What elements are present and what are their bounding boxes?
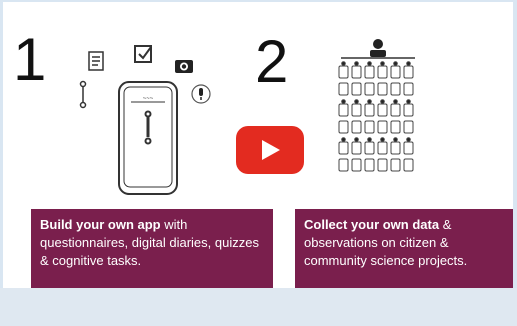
mini-phone-icon <box>390 120 401 134</box>
mini-phone-icon <box>351 120 362 134</box>
svg-text:~~~: ~~~ <box>143 96 154 102</box>
mini-phone-icon <box>364 141 375 155</box>
mini-phone-icon <box>403 120 414 134</box>
step-number-2: 2 <box>255 28 289 95</box>
mini-person-icon <box>406 137 411 142</box>
slider-icon <box>79 80 87 109</box>
step-number-1: 1 <box>13 26 47 93</box>
caption-collect-data-bold: Collect your own data <box>304 217 440 232</box>
mini-phone-icon <box>390 82 401 96</box>
mini-phone-icon <box>364 158 375 172</box>
mini-phone-icon <box>351 103 362 117</box>
caption-build-app-bold: Build your own app <box>40 217 161 232</box>
mini-person-icon <box>341 99 346 104</box>
mini-phone-icon <box>377 158 388 172</box>
mini-phone-icon <box>364 120 375 134</box>
mini-person-icon <box>341 61 346 66</box>
mini-person-icon <box>367 61 372 66</box>
play-icon <box>262 140 280 160</box>
person-icon <box>370 39 386 57</box>
mini-phone-icon <box>364 82 375 96</box>
camera-icon <box>175 60 193 73</box>
mini-person-icon <box>393 137 398 142</box>
mini-phone-icon <box>351 65 362 79</box>
bottom-band <box>0 288 517 326</box>
mini-person-icon <box>393 61 398 66</box>
phone-icon: ~~~ <box>118 81 178 195</box>
mini-person-icon <box>406 61 411 66</box>
phone-app-illustration: ~~~ <box>79 45 211 195</box>
play-button[interactable] <box>236 126 304 174</box>
mini-phone-icon <box>338 82 349 96</box>
caption-build-app: Build your own app with questionnaires, … <box>31 209 273 294</box>
mini-person-icon <box>341 137 346 142</box>
mini-person-icon <box>354 137 359 142</box>
mini-phone-icon <box>338 158 349 172</box>
mini-phone-icon <box>403 82 414 96</box>
mini-person-icon <box>354 99 359 104</box>
mini-phone-icon <box>390 103 401 117</box>
mini-phone-icon <box>351 141 362 155</box>
mini-person-icon <box>354 61 359 66</box>
mini-phone-icon <box>403 141 414 155</box>
mini-phone-icon <box>338 120 349 134</box>
mini-phone-icon <box>351 158 362 172</box>
mini-person-icon <box>380 99 385 104</box>
mini-phone-icon <box>338 141 349 155</box>
mini-phone-icon <box>338 103 349 117</box>
mini-person-icon <box>393 99 398 104</box>
mini-phone-icon <box>351 82 362 96</box>
mini-phone-icon <box>377 120 388 134</box>
mini-phone-icon <box>364 65 375 79</box>
mini-phone-icon <box>338 65 349 79</box>
phone-grid <box>338 61 414 172</box>
microphone-icon <box>191 84 211 104</box>
mini-phone-icon <box>364 103 375 117</box>
mini-phone-icon <box>377 65 388 79</box>
mini-person-icon <box>406 99 411 104</box>
document-icon <box>88 51 104 71</box>
mini-person-icon <box>380 137 385 142</box>
mini-phone-icon <box>377 141 388 155</box>
mini-phone-icon <box>403 158 414 172</box>
mini-person-icon <box>367 137 372 142</box>
mini-phone-icon <box>403 65 414 79</box>
mini-person-icon <box>367 99 372 104</box>
mini-phone-icon <box>377 82 388 96</box>
caption-collect-data: Collect your own data & observations on … <box>295 209 513 294</box>
video-player[interactable]: 1 2 ~~~ Build your own app with question… <box>3 2 513 322</box>
mini-phone-icon <box>390 141 401 155</box>
checkbox-icon <box>134 45 152 63</box>
mini-phone-icon <box>403 103 414 117</box>
mini-phone-icon <box>390 65 401 79</box>
community-phones-illustration <box>338 39 415 172</box>
mini-person-icon <box>380 61 385 66</box>
mini-phone-icon <box>377 103 388 117</box>
mini-phone-icon <box>390 158 401 172</box>
